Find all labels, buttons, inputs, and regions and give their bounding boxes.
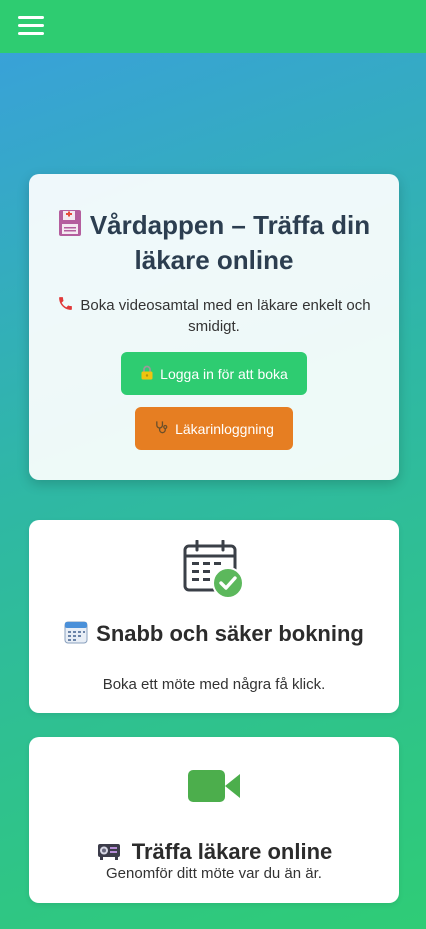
stethoscope-icon xyxy=(154,420,169,438)
lock-icon xyxy=(140,365,154,383)
top-bar xyxy=(0,0,426,53)
feature-title: Snabb och säker bokning xyxy=(96,621,364,646)
doctor-login-button[interactable]: Läkarinloggning xyxy=(135,407,293,450)
floppy-disk-icon xyxy=(58,209,82,244)
hamburger-icon[interactable] xyxy=(18,14,44,38)
feature-description: Boka ett möte med några få klick. xyxy=(102,676,326,693)
feature-title-wrap: Snabb och säker bokning xyxy=(49,620,379,651)
feature-title: Träffa läkare online xyxy=(131,839,333,864)
feature-description: Genomför ditt möte var du än är. xyxy=(106,865,322,882)
hero-title-wrap: Vårdappen – Träffa din läkare online xyxy=(49,209,379,276)
calendar-check-icon xyxy=(183,539,245,605)
calendar-icon xyxy=(64,620,88,651)
hero-description: Boka videosamtal med en läkare enkelt oc… xyxy=(80,297,371,335)
feature-card-booking: Snabb och säker bokning Boka ett möte me… xyxy=(29,520,399,713)
login-button-label: Logga in för att boka xyxy=(160,365,288,382)
page-title: Vårdappen – Träffa din läkare online xyxy=(89,210,371,275)
telephone-icon xyxy=(57,295,74,317)
feature-card-online: Träffa läkare online Genomför ditt möte … xyxy=(29,737,399,903)
video-camera-icon xyxy=(188,769,240,808)
login-to-book-button[interactable]: Logga in för att boka xyxy=(121,352,307,395)
hero-card: Vårdappen – Träffa din läkare online Bok… xyxy=(29,174,399,480)
doctor-button-label: Läkarinloggning xyxy=(175,420,274,437)
hero-description-wrap: Boka videosamtal med en läkare enkelt oc… xyxy=(41,295,387,336)
